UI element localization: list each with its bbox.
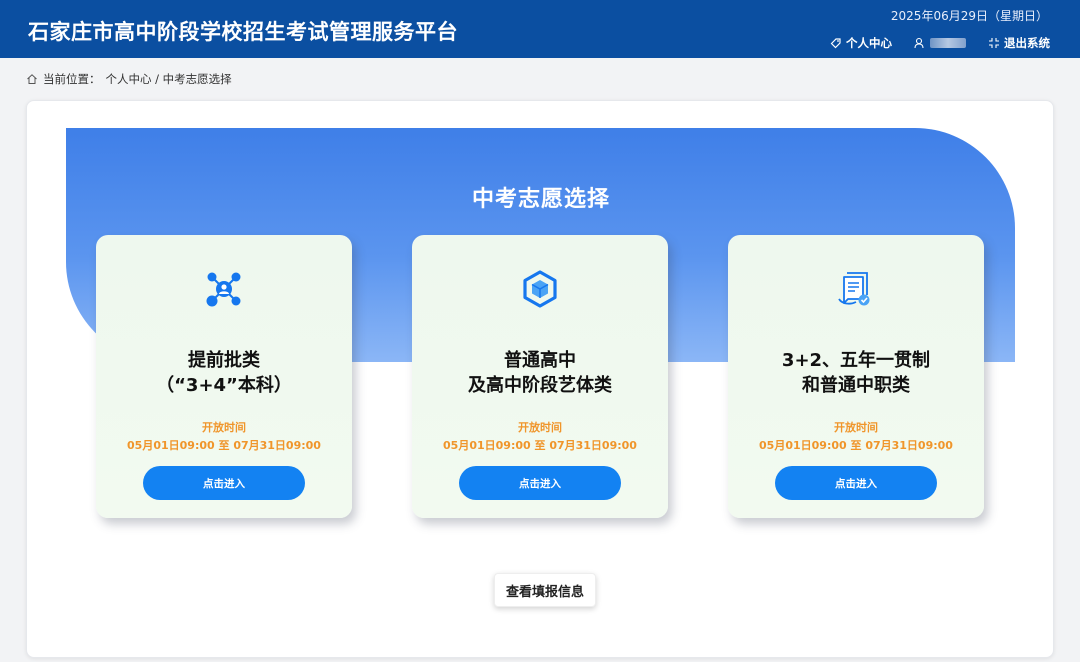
cube-icon [523, 270, 557, 308]
current-date: 2025年06月29日（星期日） [890, 9, 1048, 23]
logout-label: 退出系统 [1004, 36, 1050, 50]
card-title-line1: 普通高中 [504, 350, 576, 371]
user-account[interactable] [914, 37, 966, 49]
breadcrumb-label: 当前位置： [43, 72, 101, 86]
open-time-label: 开放时间 [834, 421, 878, 434]
personal-center-label: 个人中心 [846, 36, 892, 50]
card-general-high-school: 普通高中 及高中阶段艺体类 开放时间 05月01日09:00 至 07月31日0… [412, 235, 668, 518]
card-title: 3+2、五年一贯制 和普通中职类 [728, 348, 984, 398]
open-time-label: 开放时间 [518, 421, 562, 434]
view-submission-button[interactable]: 查看填报信息 [494, 573, 596, 607]
page-title: 中考志愿选择 [471, 187, 610, 212]
user-icon [914, 37, 924, 49]
enter-button[interactable]: 点击进入 [459, 466, 621, 500]
open-time-label: 开放时间 [202, 421, 246, 434]
top-header: 石家庄市高中阶段学校招生考试管理服务平台 2025年06月29日（星期日） 个人… [0, 0, 1080, 58]
tag-icon [830, 38, 841, 49]
home-icon [27, 74, 37, 84]
card-vocational: 3+2、五年一贯制 和普通中职类 开放时间 05月01日09:00 至 07月3… [728, 235, 984, 518]
open-time-range: 05月01日09:00 至 07月31日09:00 [443, 439, 637, 452]
main-panel: 中考志愿选择 提前批类 （“3+4”本科） 开放时间 05月01日09:00 至… [26, 100, 1054, 658]
card-title-line1: 提前批类 [188, 350, 260, 371]
logout-link[interactable]: 退出系统 [988, 35, 1050, 51]
document-check-icon [838, 272, 870, 306]
enter-button[interactable]: 点击进入 [775, 466, 937, 500]
personal-center-link[interactable]: 个人中心 [830, 35, 892, 51]
breadcrumb: 当前位置： 个人中心 / 中考志愿选择 [26, 71, 232, 87]
card-early-batch: 提前批类 （“3+4”本科） 开放时间 05月01日09:00 至 07月31日… [96, 235, 352, 518]
breadcrumb-path: 个人中心 / 中考志愿选择 [105, 72, 232, 86]
card-title-line2: 和普通中职类 [802, 375, 910, 396]
platform-title: 石家庄市高中阶段学校招生考试管理服务平台 [28, 20, 458, 44]
card-title-line1: 3+2、五年一贯制 [781, 350, 931, 371]
fullscreen-exit-icon [989, 38, 999, 48]
card-title: 提前批类 （“3+4”本科） [96, 348, 352, 398]
network-user-icon [206, 272, 241, 307]
card-title-line2: （“3+4”本科） [156, 375, 292, 396]
username-redacted [930, 38, 966, 48]
card-title-line2: 及高中阶段艺体类 [468, 375, 612, 396]
header-nav: 个人中心 退出系统 [830, 35, 1050, 51]
open-time-range: 05月01日09:00 至 07月31日09:00 [127, 439, 321, 452]
card-title: 普通高中 及高中阶段艺体类 [412, 348, 668, 398]
enter-button[interactable]: 点击进入 [143, 466, 305, 500]
open-time-range: 05月01日09:00 至 07月31日09:00 [759, 439, 953, 452]
